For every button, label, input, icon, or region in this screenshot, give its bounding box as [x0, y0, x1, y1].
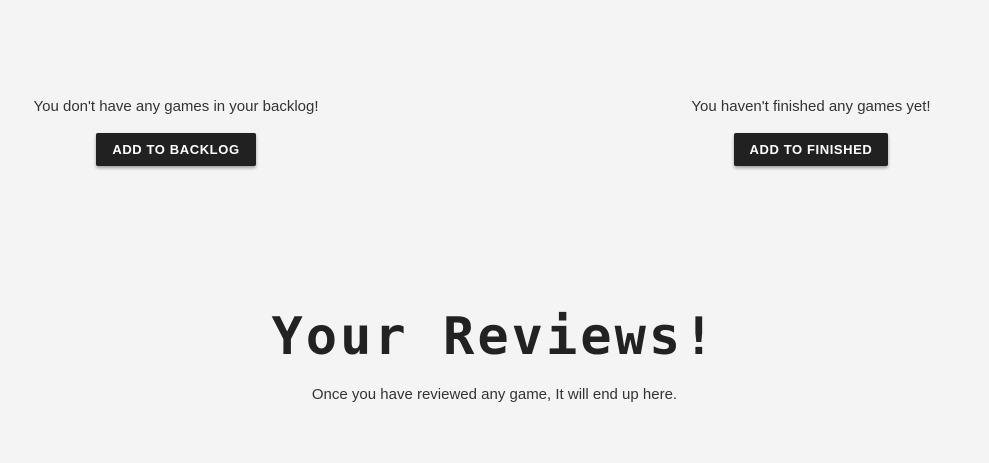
reviews-section: Your Reviews! Once you have reviewed any… [0, 305, 989, 405]
finished-section: You haven't finished any games yet! ADD … [631, 97, 989, 166]
add-to-finished-button[interactable]: ADD TO FINISHED [733, 133, 889, 166]
backlog-empty-message: You don't have any games in your backlog… [33, 98, 319, 115]
finished-empty-message: You haven't finished any games yet! [691, 98, 931, 115]
backlog-section: You don't have any games in your backlog… [0, 97, 356, 166]
add-to-backlog-button[interactable]: ADD TO BACKLOG [96, 133, 256, 166]
reviews-empty-message: Once you have reviewed any game, It will… [311, 386, 678, 403]
reviews-title: Your Reviews! [271, 307, 718, 367]
